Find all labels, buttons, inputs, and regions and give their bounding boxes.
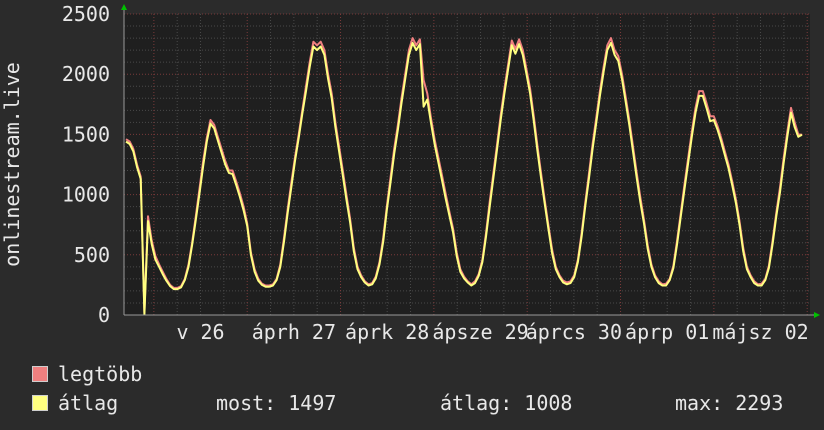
x-tick-label: áprk 28 xyxy=(345,320,429,344)
stat-average: átlag: 1008 xyxy=(440,391,573,415)
x-tick-label: áprcs 30 xyxy=(526,320,622,344)
x-axis-arrow xyxy=(814,312,820,318)
y-tick-label: 1500 xyxy=(62,122,110,146)
y-axis-label: onlinestream.live xyxy=(0,62,24,267)
y-tick-label: 2000 xyxy=(62,62,110,86)
y-tick-label: 0 xyxy=(98,303,110,327)
y-tick-label: 1000 xyxy=(62,183,110,207)
x-tick-label: v 26 xyxy=(176,320,224,344)
legend-label-max: legtöbb xyxy=(58,362,143,386)
y-axis-ticks: 0 500 1000 1500 2000 2500 xyxy=(62,2,110,327)
x-tick-label: áprh 27 xyxy=(252,320,336,344)
x-tick-label: áprp 01 xyxy=(625,320,709,344)
x-tick-label: májsz 02 xyxy=(712,320,808,344)
legend-row-avg: átlag most: 1497 átlag: 1008 max: 2293 xyxy=(32,392,822,414)
y-tick-label: 500 xyxy=(74,243,110,267)
x-tick-label: ápsze 29 xyxy=(432,320,528,344)
chart-stage: 0 500 1000 1500 2000 2500 v 26 áprh 27 áprk 28 á… xyxy=(0,0,824,430)
legend-label-avg: átlag xyxy=(58,391,119,415)
y-tick-label: 2500 xyxy=(62,2,110,26)
stat-maximum: max: 2293 xyxy=(675,391,784,415)
legend-swatch-avg xyxy=(32,395,48,411)
x-axis-ticks: v 26 áprh 27 áprk 28 ápsze 29áprcs 30 áprp 0… xyxy=(176,320,808,344)
stat-current: most: 1497 xyxy=(216,391,337,415)
y-axis-arrow xyxy=(121,4,127,10)
line-chart: 05001000150020002500 v 26 áprh 27 áprk 28 á… xyxy=(0,2,820,344)
legend-swatch-max xyxy=(32,366,48,382)
